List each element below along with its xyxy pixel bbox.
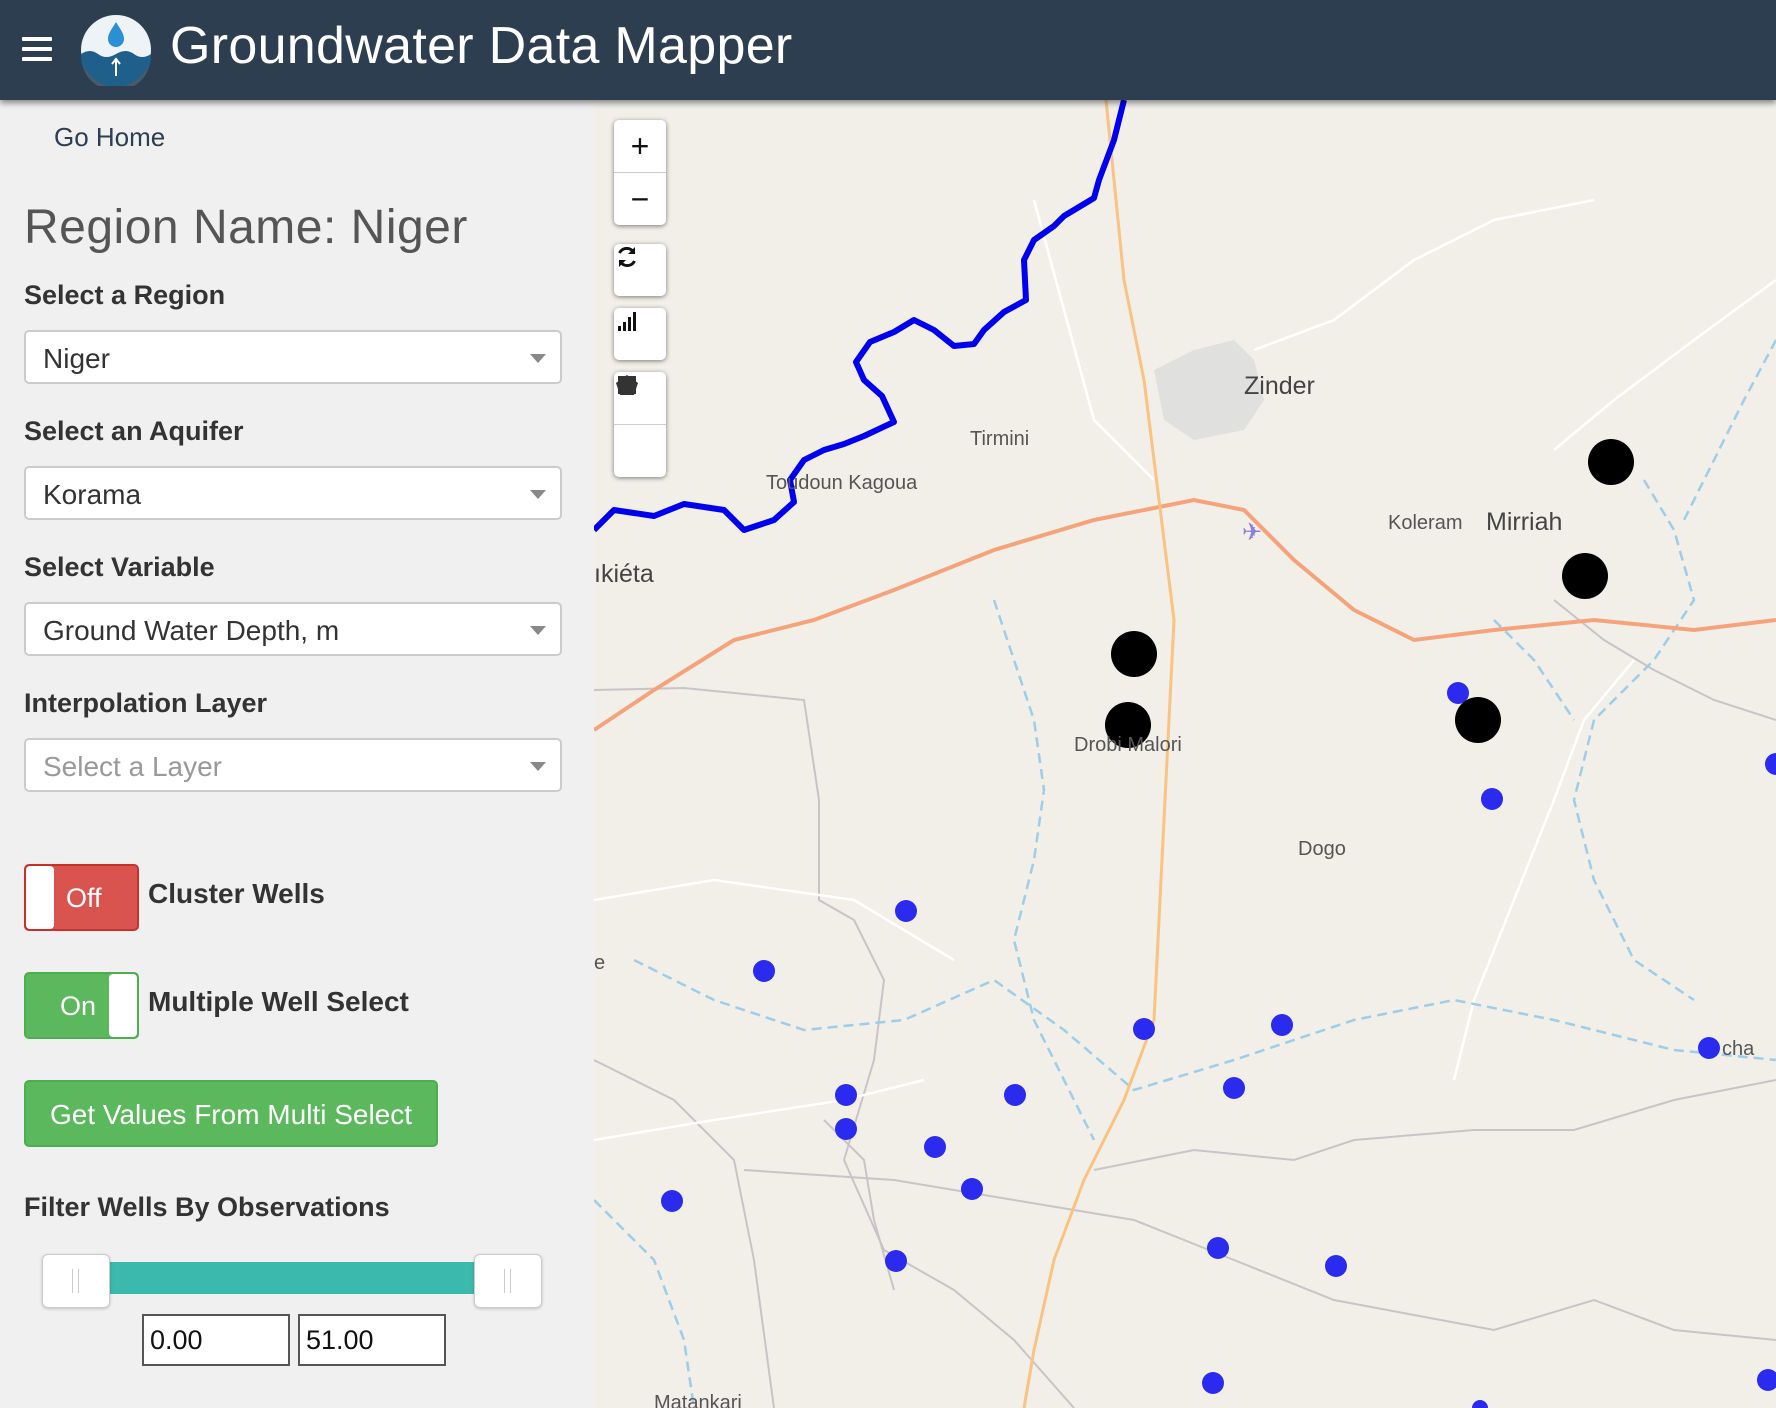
slider-range-fill xyxy=(104,1262,474,1294)
slider-max-handle[interactable] xyxy=(474,1254,542,1308)
chevron-down-icon xyxy=(530,762,546,771)
zoom-in-button[interactable]: + xyxy=(614,120,666,172)
chart-control xyxy=(614,308,666,360)
get-values-button[interactable]: Get Values From Multi Select xyxy=(24,1080,438,1147)
water-drop-logo-icon xyxy=(81,15,151,86)
toggle-knob xyxy=(109,974,137,1037)
svg-text:✈: ✈ xyxy=(1242,518,1262,546)
place-label-akieta: ıkiéta xyxy=(594,560,654,588)
cluster-wells-label: Cluster Wells xyxy=(148,878,325,909)
filter-min-input[interactable] xyxy=(142,1314,290,1366)
place-label-koleram: Koleram xyxy=(1388,512,1463,534)
toggle-knob xyxy=(26,866,54,929)
interpolation-layer-label: Interpolation Layer xyxy=(24,688,268,718)
go-home-link[interactable]: Go Home xyxy=(54,122,165,153)
chevron-down-icon xyxy=(530,490,546,499)
place-label-toudoun-kagoua: Toudoun Kagoua xyxy=(766,472,918,494)
region-select-value: Niger xyxy=(43,343,110,374)
chevron-down-icon xyxy=(530,626,546,635)
app-title: Groundwater Data Mapper xyxy=(170,17,793,75)
place-label-dogo: Dogo xyxy=(1298,838,1346,860)
chart-button[interactable] xyxy=(614,308,666,360)
hamburger-icon[interactable] xyxy=(22,37,52,63)
variable-select-value: Ground Water Depth, m xyxy=(43,615,340,646)
map-view[interactable]: ✈ Zinder Tirmini Toudoun Kagoua ıkiéta K… xyxy=(594,100,1776,1408)
place-label-matankari: Matankari xyxy=(654,1392,742,1408)
sidebar: Go Home Region Name: Niger Select a Regi… xyxy=(0,100,594,1408)
place-label-tirmini: Tirmini xyxy=(970,428,1030,450)
multiple-well-select-toggle[interactable]: On xyxy=(24,972,139,1039)
zoom-control: + − xyxy=(614,120,666,225)
reset-view-button[interactable] xyxy=(614,244,666,296)
select-variable-label: Select Variable xyxy=(24,552,215,582)
place-label-edge: e xyxy=(594,952,606,974)
reset-view-control xyxy=(614,244,666,296)
filter-max-input[interactable] xyxy=(298,1314,446,1366)
place-label-tacha: cha xyxy=(1722,1038,1755,1060)
select-region-label: Select a Region xyxy=(24,280,226,310)
multiple-well-select-toggle-state: On xyxy=(60,991,97,1021)
chevron-down-icon xyxy=(530,354,546,363)
draw-rectangle-icon xyxy=(618,376,636,394)
cluster-wells-toggle-state: Off xyxy=(66,883,102,913)
observations-range-slider[interactable] xyxy=(42,1254,542,1308)
app-header: Groundwater Data Mapper xyxy=(0,0,1776,100)
place-label-zinder: Zinder xyxy=(1244,372,1315,400)
zoom-out-button[interactable]: − xyxy=(614,172,666,225)
aquifer-select-value: Korama xyxy=(43,479,142,510)
select-aquifer-label: Select an Aquifer xyxy=(24,416,244,446)
interpolation-layer-placeholder: Select a Layer xyxy=(43,751,222,782)
place-label-drobi-malori: Drobi Malori xyxy=(1074,734,1182,756)
region-name-title: Region Name: Niger xyxy=(24,201,468,254)
interpolation-layer-select[interactable]: Select a Layer xyxy=(24,738,562,792)
variable-select[interactable]: Ground Water Depth, m xyxy=(24,602,562,656)
region-select[interactable]: Niger xyxy=(24,330,562,384)
refresh-icon xyxy=(618,246,636,268)
draw-rectangle-button[interactable] xyxy=(614,376,666,477)
map-basemap: ✈ xyxy=(594,100,1776,1408)
place-label-mirriah: Mirriah xyxy=(1486,508,1563,536)
draw-control xyxy=(614,372,666,477)
signal-bars-icon xyxy=(618,312,636,331)
slider-min-handle[interactable] xyxy=(42,1254,110,1308)
multiple-well-select-label: Multiple Well Select xyxy=(148,986,409,1017)
filter-wells-label: Filter Wells By Observations xyxy=(24,1192,390,1222)
aquifer-select[interactable]: Korama xyxy=(24,466,562,520)
cluster-wells-toggle[interactable]: Off xyxy=(24,864,139,931)
